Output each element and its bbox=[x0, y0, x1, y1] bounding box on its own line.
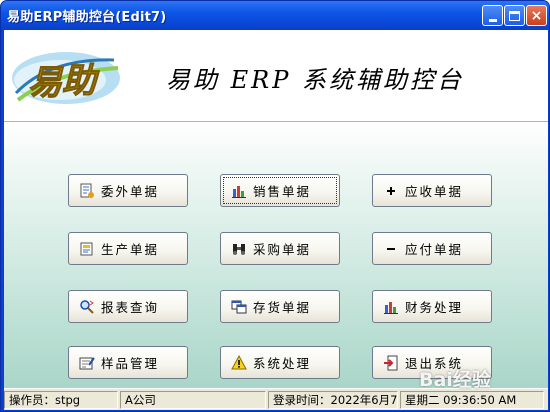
button-panel: 委外单据 销售单据 应收单据 生产单据 采购单据 应付单据 报表查询 存货单据 … bbox=[4, 122, 548, 388]
minus-icon bbox=[383, 241, 399, 257]
login-date-value: 2022年6月7日 bbox=[330, 392, 398, 407]
operator-value: stpg bbox=[55, 392, 81, 407]
maximize-button[interactable] bbox=[504, 5, 525, 26]
inventory-docs-button[interactable]: 存货单据 bbox=[220, 290, 340, 323]
production-icon bbox=[79, 241, 95, 257]
title-bar[interactable]: 易助ERP辅助控台(Edit7) × bbox=[1, 1, 549, 30]
app-banner-title: 易助 ERP 系统辅助控台 bbox=[166, 66, 464, 94]
document-list-icon bbox=[79, 183, 95, 199]
button-label: 存货单据 bbox=[253, 300, 312, 315]
payable-docs-button[interactable]: 应付单据 bbox=[372, 232, 492, 265]
window-title: 易助ERP辅助控台(Edit7) bbox=[7, 10, 167, 25]
minimize-icon bbox=[488, 18, 497, 22]
button-label: 销售单据 bbox=[253, 184, 312, 199]
production-docs-button[interactable]: 生产单据 bbox=[68, 232, 188, 265]
plus-icon bbox=[383, 183, 399, 199]
close-icon: × bbox=[530, 7, 543, 24]
button-label: 报表查询 bbox=[101, 300, 160, 315]
banner: 易 助 易助 ERP 系统辅助控台 bbox=[4, 30, 548, 122]
company-value: A公司 bbox=[125, 392, 156, 407]
clock-panel: 星期二 09:36:50 AM bbox=[400, 390, 544, 409]
button-label: 应付单据 bbox=[405, 242, 464, 257]
operator-panel: 操作员： stpg bbox=[4, 390, 118, 409]
bar-chart-icon bbox=[231, 183, 247, 199]
logo-char-2: 助 bbox=[62, 61, 100, 101]
button-label: 财务处理 bbox=[405, 300, 464, 315]
purchase-docs-button[interactable]: 采购单据 bbox=[220, 232, 340, 265]
login-time-panel: 登录时间： 2022年6月7日 bbox=[268, 390, 398, 409]
button-label: 样品管理 bbox=[101, 356, 160, 371]
operator-label: 操作员： bbox=[9, 392, 55, 407]
sales-docs-button[interactable]: 销售单据 bbox=[220, 174, 340, 207]
bar-chart-icon bbox=[383, 299, 399, 315]
sample-management-button[interactable]: 样品管理 bbox=[68, 346, 188, 379]
login-time-label: 登录时间： bbox=[273, 392, 331, 407]
close-button[interactable]: × bbox=[526, 5, 547, 26]
outsourcing-docs-button[interactable]: 委外单据 bbox=[68, 174, 188, 207]
report-query-button[interactable]: 报表查询 bbox=[68, 290, 188, 323]
company-panel: A公司 bbox=[120, 390, 266, 409]
button-label: 生产单据 bbox=[101, 242, 160, 257]
exit-icon bbox=[383, 355, 399, 371]
receivable-docs-button[interactable]: 应收单据 bbox=[372, 174, 492, 207]
finance-button[interactable]: 财务处理 bbox=[372, 290, 492, 323]
binoculars-icon bbox=[231, 241, 247, 257]
app-window: 易助ERP辅助控台(Edit7) × 易 助 易助 ERP 系统辅助控台 委外单… bbox=[0, 0, 550, 412]
maximize-icon bbox=[509, 10, 520, 21]
warning-icon bbox=[231, 354, 247, 371]
watermark: Bai经验 bbox=[419, 369, 491, 391]
edit-form-icon bbox=[79, 355, 95, 371]
system-processing-button[interactable]: 系统处理 bbox=[220, 346, 340, 379]
button-label: 系统处理 bbox=[253, 356, 312, 371]
button-label: 委外单据 bbox=[101, 184, 160, 199]
logo-char-1: 易 bbox=[28, 63, 64, 103]
search-icon bbox=[79, 299, 95, 315]
button-label: 采购单据 bbox=[253, 242, 312, 257]
windows-icon bbox=[231, 299, 247, 315]
clock-value: 星期二 09:36:50 AM bbox=[405, 392, 517, 407]
client-area: 易 助 易助 ERP 系统辅助控台 委外单据 销售单据 应收单据 生产单据 采购… bbox=[4, 30, 548, 410]
button-label: 应收单据 bbox=[405, 184, 464, 199]
minimize-button[interactable] bbox=[482, 5, 503, 26]
logo: 易 助 bbox=[12, 52, 120, 104]
